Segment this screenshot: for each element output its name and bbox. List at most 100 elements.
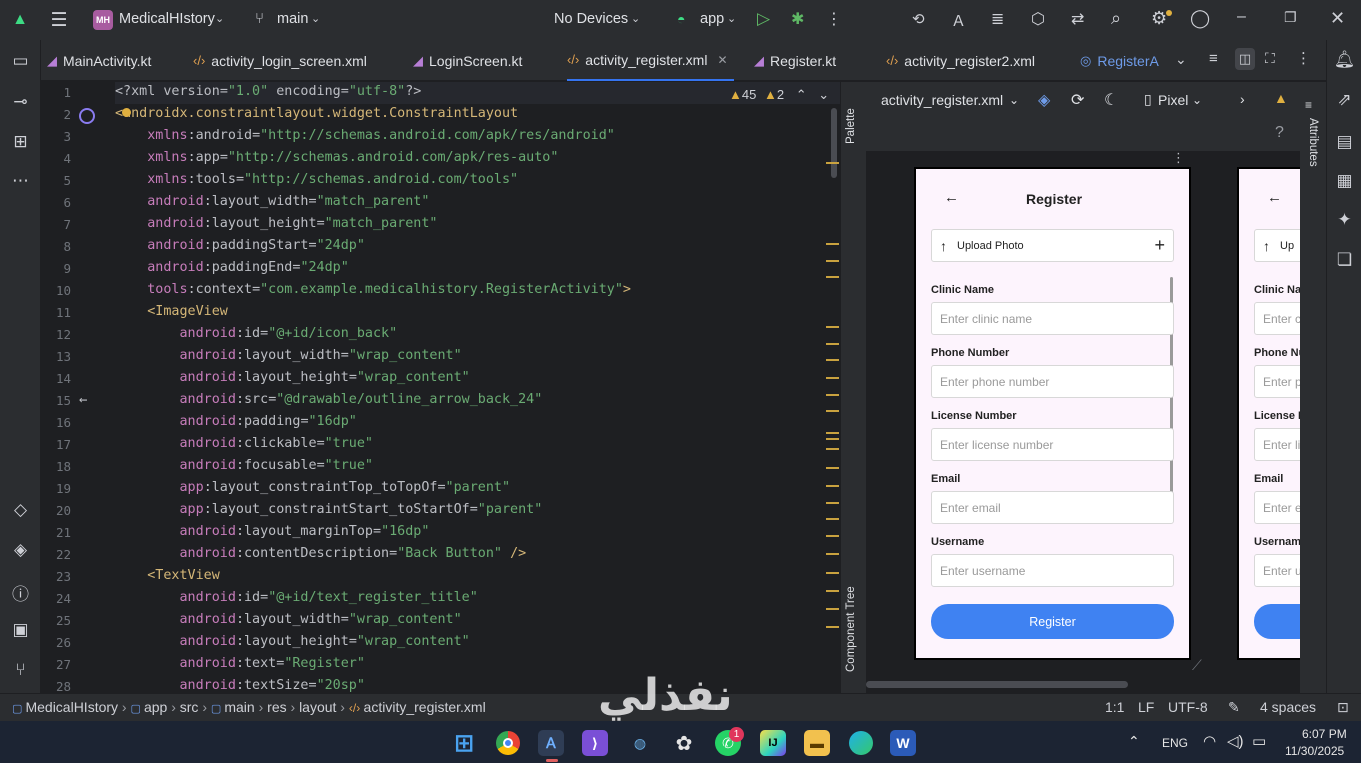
line-number[interactable]: 25 [41, 613, 71, 628]
volume-icon[interactable]: ◁) [1227, 732, 1244, 750]
inspection-widget[interactable]: ▲45 ▲2 ⌃ ⌄ [729, 87, 829, 103]
breadcrumb-item[interactable]: res [267, 699, 286, 715]
line-number[interactable]: 11 [41, 305, 71, 320]
breadcrumb-item[interactable]: app [144, 699, 167, 715]
line-number[interactable]: 18 [41, 459, 71, 474]
code-line[interactable]: android:layout_height="wrap_content" [115, 370, 470, 385]
orientation-icon[interactable]: ⟳ [1071, 90, 1084, 110]
code-style-icon[interactable]: ✎ [1228, 699, 1240, 716]
maximize-icon[interactable]: ❐ [1284, 9, 1297, 26]
chevron-down-icon[interactable]: ⌄ [311, 12, 320, 25]
code-editor[interactable]: <?xml version="1.0" encoding="utf-8"?> <a… [115, 82, 840, 693]
run-config[interactable]: app [700, 11, 724, 27]
more-vertical-icon[interactable]: ⋮ [1296, 49, 1311, 67]
code-line[interactable]: android:paddingStart="24dp" [115, 238, 365, 253]
warning-stripe[interactable] [826, 553, 839, 555]
breadcrumb-item[interactable]: activity_register.xml [364, 699, 486, 715]
code-line[interactable]: android:focusable="true" [115, 458, 374, 473]
arrow-back-icon[interactable]: ← [944, 189, 959, 206]
word-icon[interactable]: W [890, 730, 916, 756]
warning-stripe[interactable] [826, 608, 839, 610]
line-number[interactable]: 27 [41, 657, 71, 672]
warning-stripe[interactable] [826, 377, 839, 379]
version-control-icon[interactable]: ⑂ [0, 660, 41, 680]
component-tree-tab[interactable]: Component Tree [845, 552, 863, 672]
split-view-icon[interactable]: ◫ [1235, 48, 1255, 70]
warning-stripe[interactable] [826, 502, 839, 504]
chevron-up-icon[interactable]: ⌃ [1128, 733, 1140, 750]
design-view-icon[interactable]: ⛶ [1265, 50, 1275, 67]
phone-number-field[interactable]: Enter phone number [931, 365, 1174, 398]
breadcrumb-item[interactable]: src [180, 699, 199, 715]
file-explorer-icon[interactable]: ▬ [804, 730, 830, 756]
code-line[interactable]: android:layout_width="wrap_content" [115, 348, 462, 363]
chevron-down-icon[interactable]: ⌄ [727, 12, 736, 25]
code-line[interactable]: android:id="@+id/icon_back" [115, 326, 398, 341]
breadcrumb-item[interactable]: MedicalHIstory [25, 699, 118, 715]
code-line[interactable]: android:layout_width="wrap_content" [115, 612, 462, 627]
gemini-icon[interactable]: ✦ [1324, 210, 1361, 230]
intention-bulb-icon[interactable] [122, 108, 131, 117]
line-number[interactable]: 3 [41, 129, 71, 144]
code-line[interactable]: <?xml version="1.0" encoding="utf-8"?> [115, 84, 421, 99]
android-studio-logo-icon[interactable]: ▲ [10, 11, 30, 29]
chevron-down-icon[interactable]: ⌄ [215, 12, 224, 25]
code-line[interactable]: android:text="Register" [115, 656, 365, 671]
jetbrains-icon[interactable]: IJ [760, 730, 786, 756]
phone-preview[interactable]: ← Register ↑ Upload Photo + Clinic Name … [914, 167, 1191, 660]
warning-stripe[interactable] [826, 485, 839, 487]
lock-icon[interactable]: ⊡ [1337, 699, 1349, 716]
line-number[interactable]: 21 [41, 525, 71, 540]
code-line[interactable]: android:padding="16dp" [115, 414, 357, 429]
close-tab-icon[interactable]: ✕ [717, 53, 727, 67]
register-button[interactable] [1254, 604, 1300, 639]
warning-stripe[interactable] [826, 590, 839, 592]
breadcrumb-item[interactable]: layout [299, 699, 336, 715]
warning-stripe[interactable] [826, 626, 839, 628]
warning-stripe[interactable] [826, 243, 839, 245]
code-line[interactable]: tools:context="com.example.medicalhistor… [115, 282, 631, 297]
tabs-dropdown-icon[interactable]: ⌄ [1175, 51, 1187, 68]
warning-stripe[interactable] [826, 359, 839, 361]
commit-icon[interactable]: ⊸ [0, 92, 41, 112]
warning-stripe[interactable] [826, 518, 839, 520]
line-number[interactable]: 5 [41, 173, 71, 188]
chrome-icon[interactable] [495, 730, 521, 756]
warning-stripe[interactable] [826, 572, 839, 574]
device-manager-icon[interactable]: ⇄ [1071, 9, 1084, 29]
code-view-icon[interactable]: ≡ [1209, 50, 1218, 67]
line-number[interactable]: 8 [41, 239, 71, 254]
line-number[interactable]: 12 [41, 327, 71, 342]
visual-studio-icon[interactable]: ⟩ [582, 730, 608, 756]
attributes-tab[interactable]: ≡ Attributes [1305, 98, 1323, 168]
structure-icon[interactable]: ⊞ [0, 132, 41, 152]
tab-activity-register2[interactable]: ‹/› activity_register2.xml [886, 40, 1035, 81]
device-explorer-icon[interactable]: ▤ [1324, 132, 1361, 152]
line-number[interactable]: 15 [41, 393, 71, 408]
gear-icon[interactable]: ⚙ [1151, 8, 1167, 29]
account-icon[interactable]: ◯ [1190, 8, 1210, 29]
warning-stripe[interactable] [826, 438, 839, 440]
line-number[interactable]: 26 [41, 635, 71, 650]
code-line[interactable]: android:paddingEnd="24dp" [115, 260, 349, 275]
clinic-name-field[interactable]: Enter clinic name [931, 302, 1174, 335]
code-line[interactable]: app:layout_constraintStart_toStartOf="pa… [115, 502, 543, 517]
edge-icon[interactable] [848, 730, 874, 756]
clock-time[interactable]: 6:07 PM [1302, 727, 1347, 741]
sync-icon[interactable]: ⟲ [912, 10, 925, 28]
device-selector-design[interactable]: Pixel [1158, 92, 1188, 108]
clinic-name-field[interactable]: Enter c [1254, 302, 1300, 335]
windows-start-icon[interactable]: ⊞ [451, 730, 477, 757]
warning-stripe[interactable] [826, 448, 839, 450]
code-line[interactable]: android:layout_width="match_parent" [115, 194, 429, 209]
sdk-manager-icon[interactable]: ≣ [991, 9, 1004, 29]
code-line[interactable]: app:layout_constraintTop_toTopOf="parent… [115, 480, 511, 495]
tab-loginscreen[interactable]: ◢ LoginScreen.kt [413, 40, 522, 81]
debug-icon[interactable]: ✱ [791, 9, 804, 29]
line-number[interactable]: 24 [41, 591, 71, 606]
breadcrumb-item[interactable]: main [224, 699, 254, 715]
more-vertical-icon[interactable]: ⋮ [826, 9, 842, 29]
code-line[interactable]: xmlns:app="http://schemas.android.com/ap… [115, 150, 558, 165]
warning-icon[interactable]: ▲ [1274, 90, 1288, 106]
more-horizontal-icon[interactable]: ⋯ [0, 171, 41, 191]
